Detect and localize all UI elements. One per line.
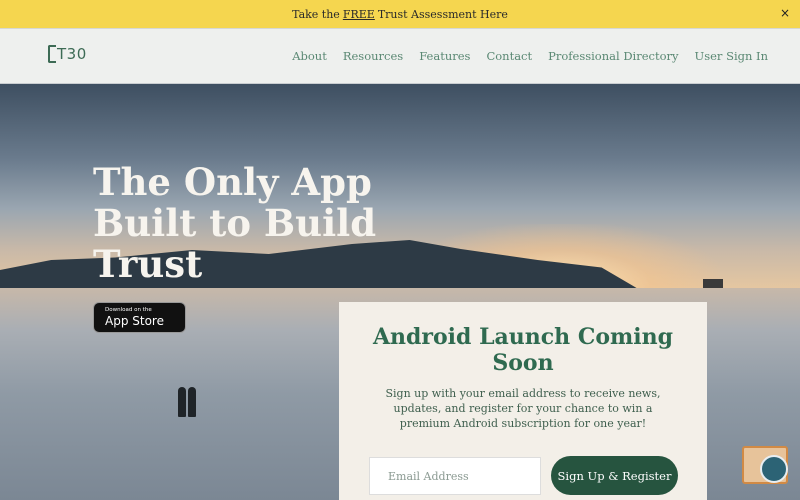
logo[interactable]: T30	[48, 45, 87, 63]
nav-professional-directory[interactable]: Professional Directory	[548, 49, 678, 63]
email-field[interactable]	[369, 457, 541, 495]
app-store-button[interactable]: Download on the App Store	[93, 302, 186, 333]
nav-features[interactable]: Features	[419, 49, 470, 63]
android-signup-card: Android Launch Coming Soon Sign up with …	[339, 302, 707, 500]
sign-up-register-button[interactable]: Sign Up & Register	[551, 456, 678, 495]
nav-contact[interactable]: Contact	[486, 49, 532, 63]
signup-heading: Android Launch Coming Soon	[372, 324, 674, 376]
close-icon[interactable]: ×	[780, 6, 790, 20]
chat-icon[interactable]	[760, 455, 788, 483]
logo-text: T30	[57, 45, 87, 63]
nav-about[interactable]: About	[292, 49, 327, 63]
announcement-suffix[interactable]: Trust Assessment Here	[378, 8, 508, 21]
nav-links: About Resources Features Contact Profess…	[292, 49, 768, 63]
announcement-bar[interactable]: Take the FREE Trust Assessment Here ×	[0, 0, 800, 28]
hero-section: The Only App Built to Build Trust Downlo…	[0, 84, 800, 500]
announcement-free-link[interactable]: FREE	[343, 8, 375, 21]
hero-title: The Only App Built to Build Trust	[93, 160, 377, 286]
ship-silhouette	[703, 279, 723, 288]
nav-resources[interactable]: Resources	[343, 49, 403, 63]
person-figure	[178, 387, 186, 417]
announcement-prefix: Take the	[292, 7, 340, 21]
walking-couple	[176, 387, 200, 421]
chat-widget[interactable]	[742, 446, 792, 488]
app-store-small-label: Download on the	[105, 307, 152, 314]
app-store-label: App Store	[105, 313, 164, 328]
signup-description: Sign up with your email address to recei…	[385, 387, 661, 430]
person-figure	[188, 387, 196, 417]
navbar: T30 About Resources Features Contact Pro…	[0, 28, 800, 84]
logo-mark-icon	[48, 45, 56, 63]
nav-user-sign-in[interactable]: User Sign In	[695, 49, 768, 63]
